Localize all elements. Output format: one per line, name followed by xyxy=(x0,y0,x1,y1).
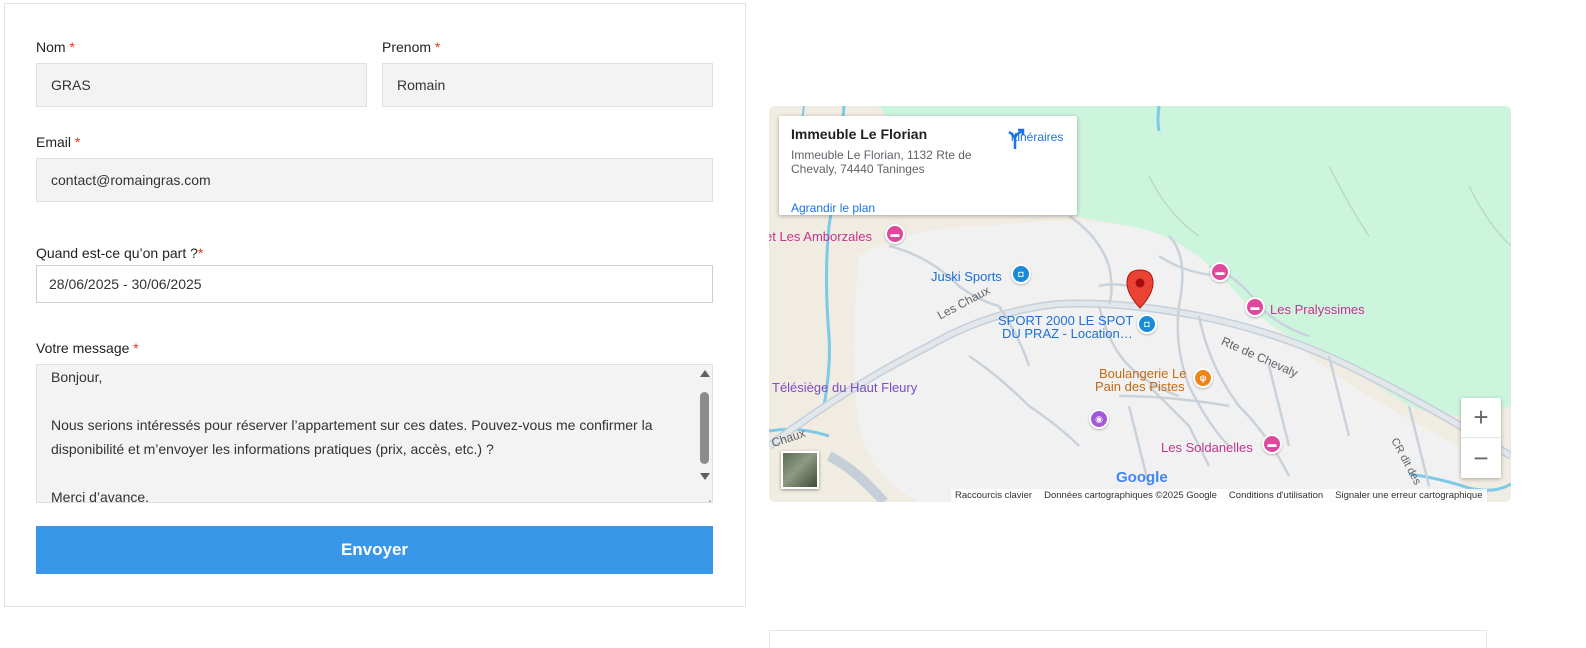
satellite-toggle[interactable] xyxy=(781,451,819,489)
place-info-card: Immeuble Le Florian Immeuble Le Florian,… xyxy=(779,116,1077,215)
nom-value: GRAS xyxy=(51,77,91,93)
enlarge-map-link[interactable]: Agrandir le plan xyxy=(791,201,875,215)
shopping-bag-icon[interactable]: ◘ xyxy=(1137,314,1157,334)
required-marker: * xyxy=(133,340,139,356)
map-label-sport2000-line2[interactable]: DU PRAZ - Location… xyxy=(1002,326,1133,341)
place-title: Immeuble Le Florian xyxy=(791,126,928,142)
resize-handle-icon[interactable] xyxy=(699,489,711,501)
camera-icon[interactable]: ◉ xyxy=(1089,409,1109,429)
prenom-input[interactable]: Romain xyxy=(382,63,713,107)
map-attribution: Raccourcis clavier Données cartographiqu… xyxy=(951,489,1487,502)
required-marker: * xyxy=(74,134,81,150)
zoom-in-button[interactable]: + xyxy=(1461,398,1501,438)
directions-icon xyxy=(1008,128,1025,149)
map-label-amborzales[interactable]: et Les Amborzales xyxy=(769,229,872,244)
place-address: Immeuble Le Florian, 1132 Rte de Chevaly… xyxy=(791,148,972,176)
map-label-soldanelles[interactable]: Les Soldanelles xyxy=(1161,440,1253,455)
nom-input[interactable]: GRAS xyxy=(36,63,367,107)
prenom-value: Romain xyxy=(397,77,446,93)
scroll-up-icon[interactable] xyxy=(700,370,710,377)
required-marker: * xyxy=(69,39,75,55)
nom-label-text: Nom xyxy=(36,39,66,55)
prenom-label-text: Prenom xyxy=(382,39,432,55)
message-textarea[interactable]: Bonjour, Nous serions intéressés pour ré… xyxy=(36,364,713,503)
textarea-scrollbar[interactable] xyxy=(697,365,712,502)
restaurant-icon[interactable]: ψ xyxy=(1193,368,1213,388)
email-label-text: Email xyxy=(36,134,72,150)
message-label-text: Votre message xyxy=(36,340,130,356)
nom-label: Nom * xyxy=(36,39,75,55)
bottom-panel xyxy=(769,630,1487,648)
google-map[interactable]: ▬ ◘ ▬ ▬ ◘ ψ ◉ ▬ et Les Amborzales Juski … xyxy=(769,106,1511,502)
directions-button[interactable]: Itinéraires xyxy=(1004,128,1070,149)
required-marker: * xyxy=(197,245,204,261)
message-value: Bonjour, Nous serions intéressés pour ré… xyxy=(51,369,653,503)
email-value: contact@romaingras.com xyxy=(51,172,211,188)
hotel-icon[interactable]: ▬ xyxy=(885,224,905,244)
shopping-bag-icon[interactable]: ◘ xyxy=(1011,264,1031,284)
terms-link[interactable]: Conditions d'utilisation xyxy=(1229,489,1323,502)
scroll-thumb[interactable] xyxy=(700,392,709,464)
hotel-icon[interactable]: ▬ xyxy=(1210,262,1230,282)
dates-label-text: Quand est-ce qu’on part ? xyxy=(36,245,198,261)
message-label: Votre message * xyxy=(36,340,139,356)
prenom-label: Prenom * xyxy=(382,39,440,55)
map-label-pralyssimes[interactable]: Les Pralyssimes xyxy=(1270,302,1365,317)
keyboard-shortcuts-link[interactable]: Raccourcis clavier xyxy=(955,489,1032,502)
map-data-credit: Données cartographiques ©2025 Google xyxy=(1044,490,1217,501)
required-marker: * xyxy=(434,39,441,55)
email-input[interactable]: contact@romaingras.com xyxy=(36,158,713,202)
google-logo-text: Google xyxy=(1116,469,1168,486)
dates-label: Quand est-ce qu’on part ?* xyxy=(36,245,203,261)
map-label-juski[interactable]: Juski Sports xyxy=(931,269,1002,284)
email-label: Email * xyxy=(36,134,80,150)
zoom-out-button[interactable]: − xyxy=(1461,438,1501,478)
report-error-link[interactable]: Signaler une erreur cartographique xyxy=(1335,489,1482,502)
scroll-down-icon[interactable] xyxy=(700,473,710,480)
google-logo: Google xyxy=(1116,469,1168,486)
map-label-boulangerie-line2[interactable]: Pain des Pistes xyxy=(1095,379,1185,394)
map-label-telesiege[interactable]: Télésiège du Haut Fleury xyxy=(772,380,917,395)
submit-button[interactable]: Envoyer xyxy=(36,526,713,574)
date-range-value: 28/06/2025 - 30/06/2025 xyxy=(49,276,202,292)
hotel-icon[interactable]: ▬ xyxy=(1262,434,1282,454)
zoom-control: + − xyxy=(1461,398,1501,478)
date-range-input[interactable]: 28/06/2025 - 30/06/2025 xyxy=(36,265,713,303)
hotel-icon[interactable]: ▬ xyxy=(1245,297,1265,317)
